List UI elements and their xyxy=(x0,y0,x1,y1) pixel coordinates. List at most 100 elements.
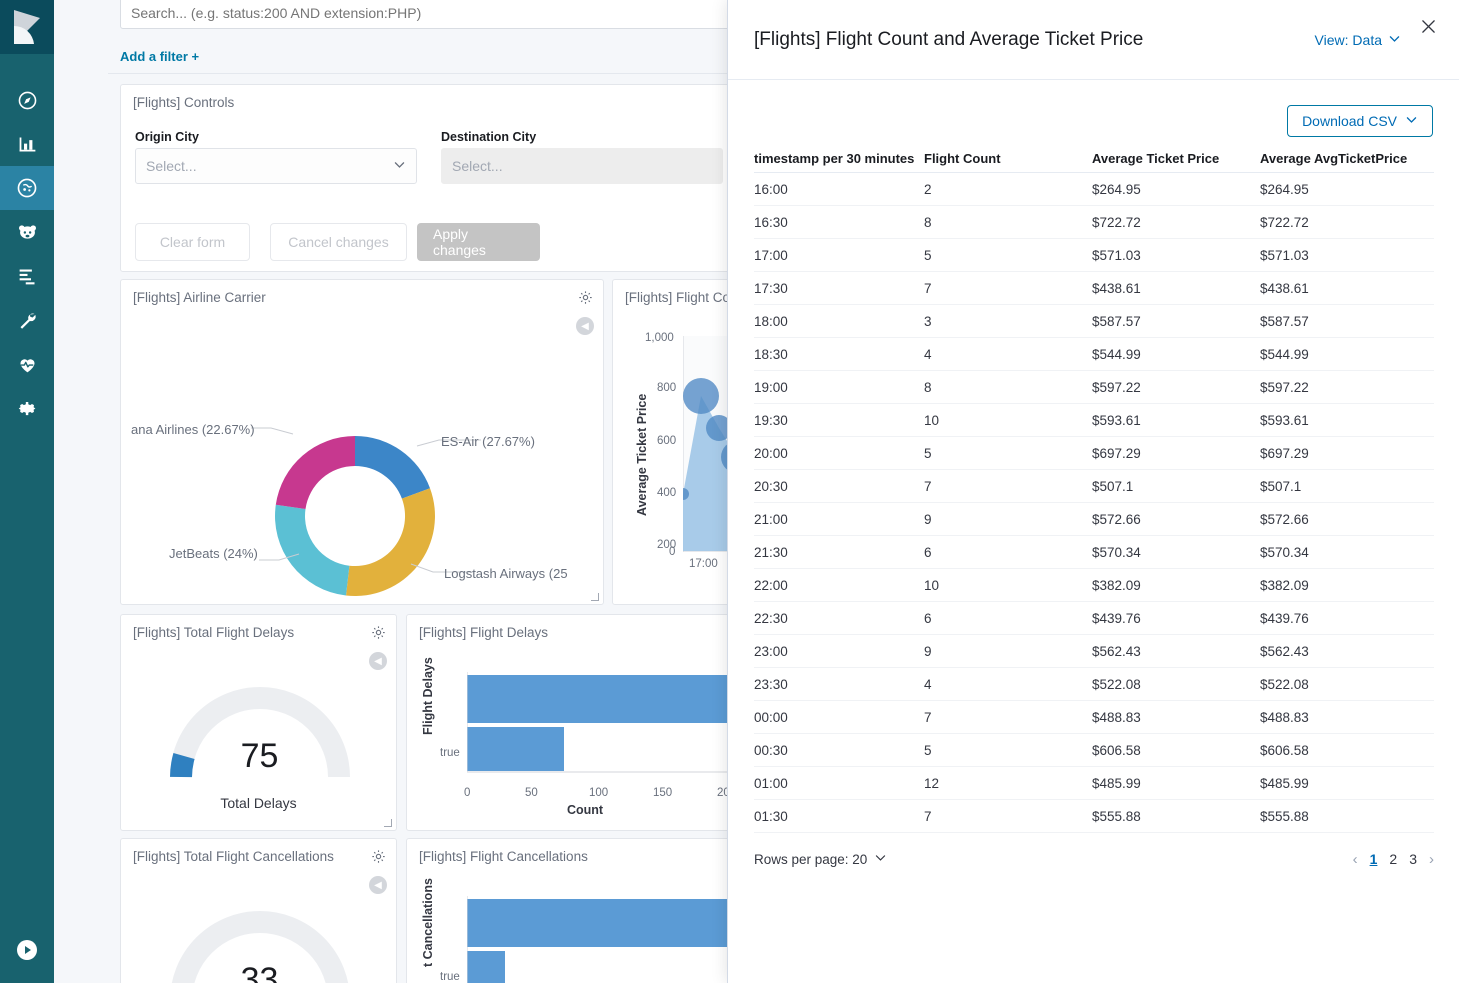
play-circle-icon xyxy=(15,938,39,967)
pagination: ‹ 1 2 3 › xyxy=(1353,851,1434,868)
table-cell: $522.08 xyxy=(1092,676,1141,692)
pie-label-jetbeats: JetBeats (24%) xyxy=(169,546,258,561)
kibana-logo[interactable] xyxy=(0,0,54,54)
table-cell: 9 xyxy=(924,643,932,659)
x-tick: 50 xyxy=(525,787,538,799)
table-row: 18:30 4 $544.99 $544.99 xyxy=(754,338,1434,371)
kibana-logo-mark xyxy=(14,10,40,44)
apply-changes-button[interactable]: Apply changes xyxy=(417,223,540,261)
table-cell: $571.03 xyxy=(1260,247,1309,263)
sidebar-item-apm[interactable] xyxy=(0,210,54,254)
chevron-left-icon[interactable]: ◀ xyxy=(369,652,387,670)
column-header-flight-count[interactable]: Flight Count xyxy=(924,151,1092,166)
table-cell: 18:00 xyxy=(754,313,788,329)
panel-title: [Flights] Total Flight Delays xyxy=(133,625,295,640)
sidebar-item-logs[interactable] xyxy=(0,254,54,298)
cancel-changes-button[interactable]: Cancel changes xyxy=(270,223,407,261)
table-cell: 3 xyxy=(924,313,932,329)
table-cell: $606.58 xyxy=(1260,742,1309,758)
table-cell: 17:00 xyxy=(754,247,788,263)
sidebar-item-visualize[interactable] xyxy=(0,122,54,166)
resize-handle[interactable] xyxy=(591,593,599,601)
table-cell: $555.88 xyxy=(1092,808,1141,824)
pie-label-kibana-airlines: ana Airlines (22.67%) xyxy=(131,422,255,437)
page-button-2[interactable]: 2 xyxy=(1389,851,1397,867)
sidebar-item-dev-tools[interactable] xyxy=(0,298,54,342)
table-cell: 16:00 xyxy=(754,181,788,197)
close-button[interactable] xyxy=(1417,18,1439,40)
add-filter-button[interactable]: Add a filter + xyxy=(120,49,199,64)
table-row: 00:00 7 $488.83 $488.83 xyxy=(754,701,1434,734)
sidebar-collapse-button[interactable] xyxy=(0,938,54,967)
table-cell: 01:00 xyxy=(754,775,788,791)
origin-city-select[interactable]: Select... xyxy=(135,148,417,184)
table-cell: $587.57 xyxy=(1092,313,1141,329)
page-button-1[interactable]: 1 xyxy=(1370,851,1378,867)
table-cell: $697.29 xyxy=(1092,445,1141,461)
table-cell: 4 xyxy=(924,676,932,692)
table-row: 17:00 5 $571.03 $571.03 xyxy=(754,239,1434,272)
table-cell: $593.61 xyxy=(1260,412,1309,428)
sidebar-item-dashboard[interactable] xyxy=(0,166,54,210)
page-button-3[interactable]: 3 xyxy=(1409,851,1417,867)
flight-cancellations-panel: [Flights] Flight Cancellations ◀ t Cance… xyxy=(406,838,776,983)
table-cell: $555.88 xyxy=(1260,808,1309,824)
table-row: 23:00 9 $562.43 $562.43 xyxy=(754,635,1434,668)
resize-handle[interactable] xyxy=(384,819,392,827)
table-row: 01:30 7 $555.88 $555.88 xyxy=(754,800,1434,833)
column-header-average-ticket-price[interactable]: Average Ticket Price xyxy=(1092,151,1260,166)
gear-icon[interactable] xyxy=(578,290,593,310)
table-cell: 19:00 xyxy=(754,379,788,395)
table-cell: 01:30 xyxy=(754,808,788,824)
clear-form-button[interactable]: Clear form xyxy=(135,223,250,261)
close-icon xyxy=(1421,18,1436,40)
table-cell: $722.72 xyxy=(1260,214,1309,230)
previous-page-button[interactable]: ‹ xyxy=(1353,851,1358,868)
chevron-down-icon xyxy=(1388,32,1401,48)
y-axis-title: Average Ticket Price xyxy=(635,393,649,516)
sidebar-item-management[interactable] xyxy=(0,386,54,430)
table-footer: Rows per page: 20 ‹ 1 2 3 › xyxy=(754,836,1434,882)
table-cell: $438.61 xyxy=(1260,280,1309,296)
table-cell: 7 xyxy=(924,709,932,725)
gear-icon[interactable] xyxy=(371,625,386,645)
chevron-down-icon xyxy=(393,158,406,174)
chevron-down-icon xyxy=(874,851,887,867)
table-row: 20:30 7 $507.1 $507.1 xyxy=(754,470,1434,503)
search-input[interactable] xyxy=(120,0,786,29)
sidebar-item-monitoring[interactable] xyxy=(0,342,54,386)
table-cell: $264.95 xyxy=(1260,181,1309,197)
table-cell: 8 xyxy=(924,214,932,230)
table-cell: 12 xyxy=(924,775,940,791)
sidebar-item-discover[interactable] xyxy=(0,78,54,122)
table-row: 23:30 4 $522.08 $522.08 xyxy=(754,668,1434,701)
column-header-timestamp[interactable]: timestamp per 30 minutes xyxy=(754,151,924,166)
table-cell: 20:30 xyxy=(754,478,788,494)
next-page-button[interactable]: › xyxy=(1429,851,1434,868)
compass-icon xyxy=(17,90,38,111)
destination-city-select[interactable]: Select... xyxy=(441,148,723,184)
sidebar-nav xyxy=(0,78,54,430)
table-cell: 4 xyxy=(924,346,932,362)
y-tick: 0 xyxy=(669,546,676,558)
chevron-left-icon[interactable]: ◀ xyxy=(369,876,387,894)
x-tick: 150 xyxy=(653,787,673,799)
bar-category-label: true xyxy=(440,747,460,759)
table-cell: 18:30 xyxy=(754,346,788,362)
pie-label-logstash: Logstash Airways (25 xyxy=(444,566,568,581)
table-row: 01:00 12 $485.99 $485.99 xyxy=(754,767,1434,800)
table-cell: 19:30 xyxy=(754,412,788,428)
table-cell: 8 xyxy=(924,379,932,395)
download-csv-button[interactable]: Download CSV xyxy=(1287,105,1433,137)
rows-per-page-selector[interactable]: Rows per page: 20 xyxy=(754,851,887,867)
y-tick: 1,000 xyxy=(645,332,674,344)
table-cell: 21:30 xyxy=(754,544,788,560)
gear-icon[interactable] xyxy=(371,849,386,869)
gear-icon xyxy=(17,398,38,419)
query-bar-container xyxy=(120,0,786,29)
bar-category-label: true xyxy=(440,971,460,983)
column-header-average-avgticketprice[interactable]: Average AvgTicketPrice xyxy=(1260,151,1434,166)
view-selector-button[interactable]: View: Data xyxy=(1315,32,1401,48)
inspector-data-table: timestamp per 30 minutes Flight Count Av… xyxy=(754,145,1434,833)
table-cell: 23:30 xyxy=(754,676,788,692)
